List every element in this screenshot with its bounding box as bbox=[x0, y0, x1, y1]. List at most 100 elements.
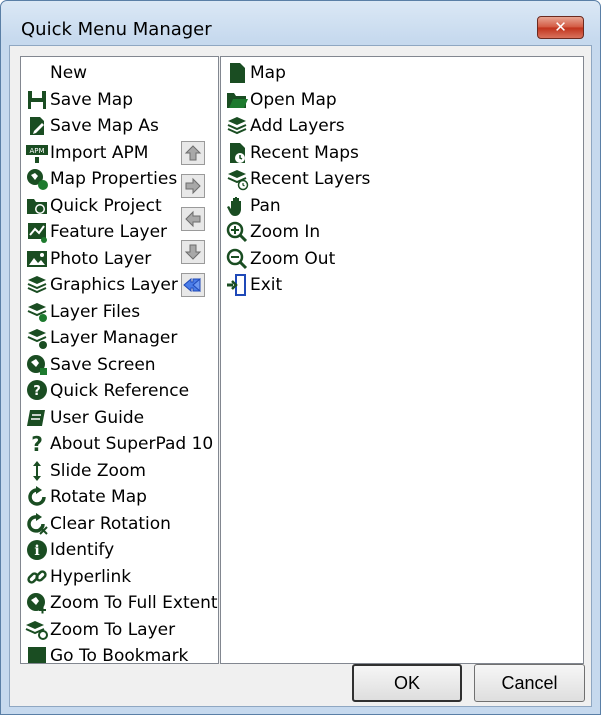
recent-layers-icon bbox=[225, 167, 249, 191]
recent-maps-icon bbox=[225, 141, 249, 165]
list-item-label: Add Layers bbox=[250, 116, 345, 136]
ok-button[interactable]: OK bbox=[352, 664, 462, 702]
list-item-label: Clear Rotation bbox=[50, 513, 171, 534]
list-item[interactable]: New bbox=[21, 60, 87, 86]
title-bar[interactable]: Quick Menu Manager ✕ bbox=[1, 1, 600, 45]
list-item[interactable]: Layer Files bbox=[21, 299, 140, 325]
list-item[interactable]: Map bbox=[221, 60, 286, 86]
list-item[interactable]: Layer Manager bbox=[21, 325, 177, 351]
list-item[interactable]: Quick Project bbox=[21, 193, 162, 219]
hyperlink-icon bbox=[25, 565, 49, 589]
list-item[interactable]: ? Quick Reference bbox=[21, 378, 189, 404]
list-item[interactable]: Save Screen bbox=[21, 352, 156, 378]
list-item[interactable]: Save Map bbox=[21, 87, 133, 113]
list-item-label: Save Screen bbox=[50, 354, 156, 375]
list-item[interactable]: Pan bbox=[221, 193, 281, 219]
move-down-button[interactable] bbox=[181, 240, 205, 264]
cancel-button[interactable]: Cancel bbox=[474, 664, 585, 702]
list-item[interactable]: Rotate Map bbox=[21, 484, 147, 510]
rotate-icon bbox=[25, 485, 49, 509]
list-item-label: Open Map bbox=[250, 89, 337, 110]
list-item-label: Quick Reference bbox=[50, 381, 190, 401]
list-item[interactable]: Slide Zoom bbox=[21, 458, 146, 484]
list-item-label: Zoom In bbox=[250, 222, 321, 242]
list-item[interactable]: ? About SuperPad 10 bbox=[21, 431, 213, 457]
add-to-menu-button[interactable] bbox=[181, 174, 205, 198]
hand-icon bbox=[225, 194, 249, 218]
list-item[interactable]: Map Properties bbox=[21, 166, 177, 192]
list-item[interactable]: Open Map bbox=[221, 87, 337, 113]
list-item[interactable]: Zoom Out bbox=[221, 246, 335, 272]
zoom-layer-icon bbox=[25, 618, 49, 642]
add-layers-icon bbox=[225, 114, 249, 138]
list-item-label: New bbox=[50, 63, 88, 83]
list-item-label: Graphics Layer bbox=[50, 275, 178, 295]
list-item[interactable]: Zoom In bbox=[221, 219, 320, 245]
slide-zoom-icon bbox=[25, 459, 49, 483]
double-arrow-left-icon bbox=[183, 277, 201, 293]
list-item[interactable]: Go To Bookmark bbox=[21, 643, 188, 663]
info-icon: i bbox=[25, 538, 49, 562]
exit-icon bbox=[225, 273, 249, 297]
list-item-label: User Guide bbox=[50, 407, 145, 428]
list-item[interactable]: i Identify bbox=[21, 537, 114, 563]
list-item-label: Rotate Map bbox=[50, 487, 147, 507]
list-item-label: Slide Zoom bbox=[50, 460, 146, 481]
list-item-label: Quick Project bbox=[50, 195, 162, 216]
list-item-label: Zoom To Full Extent bbox=[50, 593, 218, 613]
remove-from-menu-button[interactable] bbox=[181, 207, 205, 231]
quick-project-icon bbox=[25, 194, 49, 218]
arrow-right-icon bbox=[185, 177, 201, 195]
list-item[interactable]: Save Map As bbox=[21, 113, 159, 139]
list-item-label: Identify bbox=[50, 540, 115, 560]
floppy-icon bbox=[25, 88, 49, 112]
list-item[interactable]: Photo Layer bbox=[21, 246, 151, 272]
list-item[interactable]: Add Layers bbox=[221, 113, 345, 139]
dialog-window: Quick Menu Manager ✕ New Save Map Save Map… bbox=[0, 0, 601, 715]
bookmark-icon bbox=[25, 644, 49, 663]
open-folder-icon bbox=[225, 88, 249, 112]
dialog-client-area: New Save Map Save Map As APM Import APM Map P… bbox=[9, 45, 592, 707]
list-item[interactable]: Feature Layer bbox=[21, 219, 167, 245]
svg-text:i: i bbox=[34, 543, 39, 559]
save-screen-icon bbox=[25, 353, 49, 377]
apm-icon: APM bbox=[25, 141, 49, 165]
zoom-out-icon bbox=[225, 247, 249, 271]
svg-text:APM: APM bbox=[29, 147, 44, 155]
list-item[interactable]: Recent Layers bbox=[221, 166, 370, 192]
list-item[interactable]: Zoom To Layer bbox=[21, 617, 175, 643]
list-item-label: Feature Layer bbox=[50, 222, 168, 242]
quick-menu-list[interactable]: Map Open Map Add Layers Recent Maps Recent L… bbox=[220, 56, 584, 664]
list-item-label: Import APM bbox=[50, 142, 149, 163]
blank-icon bbox=[25, 61, 49, 85]
list-item[interactable]: Hyperlink bbox=[21, 564, 131, 590]
list-item-label: Zoom To Layer bbox=[50, 619, 176, 640]
svg-text:?: ? bbox=[31, 432, 43, 456]
list-item-label: Map bbox=[250, 63, 286, 83]
close-button[interactable]: ✕ bbox=[537, 16, 584, 39]
list-item[interactable]: APM Import APM bbox=[21, 140, 148, 166]
zoom-full-icon bbox=[25, 591, 49, 615]
layer-manager-icon bbox=[25, 326, 49, 350]
list-item[interactable]: User Guide bbox=[21, 405, 144, 431]
list-item[interactable]: Exit bbox=[221, 272, 282, 298]
arrow-down-icon bbox=[184, 244, 202, 260]
question-icon: ? bbox=[25, 432, 49, 456]
list-item-label: Map Properties bbox=[50, 169, 178, 189]
list-item-label: Zoom Out bbox=[250, 248, 336, 269]
list-item-label: Pan bbox=[250, 195, 281, 216]
list-item-label: Exit bbox=[250, 275, 283, 295]
list-item[interactable]: Clear Rotation bbox=[21, 511, 171, 537]
list-item-label: Recent Layers bbox=[250, 169, 371, 189]
map-properties-icon bbox=[25, 167, 49, 191]
remove-all-button[interactable] bbox=[181, 273, 205, 297]
list-item[interactable]: Recent Maps bbox=[221, 140, 359, 166]
photo-layer-icon bbox=[25, 247, 49, 271]
save-as-icon bbox=[25, 114, 49, 138]
list-item[interactable]: Graphics Layer bbox=[21, 272, 178, 298]
move-up-button[interactable] bbox=[181, 141, 205, 165]
list-item-label: About SuperPad 10 bbox=[50, 434, 214, 454]
close-icon: ✕ bbox=[554, 18, 567, 36]
zoom-in-icon bbox=[225, 220, 249, 244]
list-item[interactable]: Zoom To Full Extent bbox=[21, 590, 218, 616]
